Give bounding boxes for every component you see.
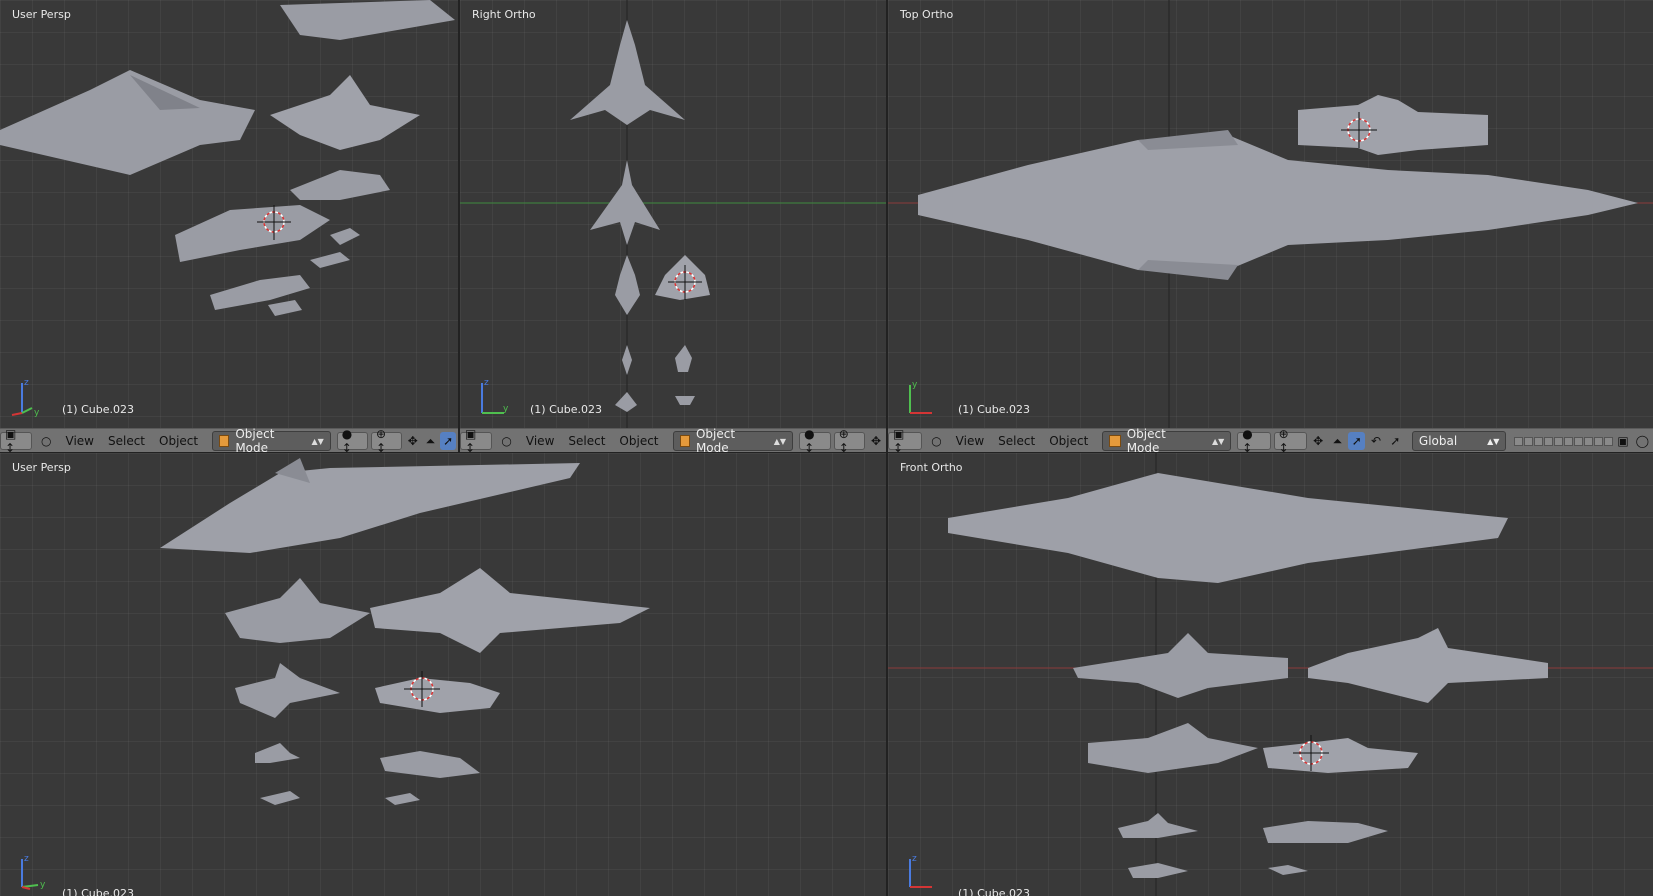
viewport-label: Right Ortho — [472, 8, 536, 21]
viewport-user-persp-bottom[interactable]: User Persp z y (1) Cube.023 — [0, 453, 886, 896]
axis-z-label: z — [24, 854, 29, 864]
rotate-icon[interactable]: ↶ — [1367, 432, 1384, 450]
mode-select[interactable]: Object Mode ▲▼ — [212, 427, 331, 455]
axis-gizmo-icon: z y — [481, 378, 509, 414]
translate-icon[interactable]: ➚ — [1348, 432, 1366, 450]
active-object-label: (1) Cube.023 — [958, 403, 1030, 416]
pivot-point-icon[interactable]: ⊕ ↕ — [1273, 427, 1307, 455]
manipulator-icon[interactable]: ✥ — [868, 432, 884, 450]
mode-select[interactable]: Object Mode ▲▼ — [1102, 427, 1232, 455]
axis-gizmo-icon: z y — [21, 854, 46, 890]
layer-buttons[interactable] — [1514, 436, 1614, 446]
object-menu[interactable]: Object — [613, 432, 664, 450]
active-object-label: (1) Cube.023 — [62, 887, 134, 896]
viewport-shading-select[interactable]: ● ↕ — [336, 427, 368, 455]
transform-axes-icon[interactable]: ⏶ — [1329, 432, 1346, 450]
axis-y-label: y — [34, 408, 40, 418]
axis-y-label: y — [40, 880, 46, 890]
ship-models — [888, 0, 1653, 428]
viewport-header-user-persp: ▣ ↕ ○ View Select Object Object Mode ▲▼ ●… — [0, 427, 458, 455]
axis-gizmo-icon: z — [909, 854, 932, 888]
collapse-icon[interactable]: ○ — [35, 432, 57, 450]
editor-type-icon[interactable]: ▣ ↕ — [460, 427, 493, 455]
axis-z-label: z — [484, 378, 489, 388]
axis-z-label: z — [912, 854, 917, 864]
view-menu[interactable]: View — [950, 432, 990, 450]
active-object-label: (1) Cube.023 — [958, 887, 1030, 896]
cube-icon — [1109, 435, 1121, 447]
collapse-icon[interactable]: ○ — [925, 432, 947, 450]
translate-icon[interactable]: ➚ — [440, 432, 456, 450]
viewport-front-ortho[interactable]: Front Ortho z (1) Cube.023 — [888, 453, 1653, 896]
mode-select[interactable]: Object Mode ▲▼ — [672, 427, 794, 455]
manipulator-icon[interactable]: ✥ — [405, 432, 421, 450]
axis-gizmo-icon: y — [909, 380, 932, 414]
viewport-top-ortho[interactable]: Top Ortho y (1) Cube.023 — [888, 0, 1653, 428]
ship-models — [888, 453, 1653, 896]
transform-orientation-select[interactable]: Global ▲▼ — [1411, 431, 1507, 451]
vertical-divider[interactable] — [886, 0, 888, 896]
editor-type-icon[interactable]: ▣ ↕ — [888, 427, 923, 455]
viewport-shading-select[interactable]: ● ↕ — [799, 427, 831, 455]
viewport-right-ortho[interactable]: Right Ortho z y (1) Cube.023 — [460, 0, 886, 428]
pivot-point-icon[interactable]: ⊕ ↕ — [371, 427, 402, 455]
manipulator-icon[interactable]: ✥ — [1310, 432, 1327, 450]
viewport-label: Top Ortho — [900, 8, 954, 21]
transform-axes-icon[interactable]: ⏶ — [423, 432, 439, 450]
axis-z-label: z — [24, 378, 29, 388]
object-menu[interactable]: Object — [1043, 432, 1094, 450]
scale-icon[interactable]: ➚ — [1387, 432, 1404, 450]
axis-gizmo-icon: z y — [11, 378, 40, 418]
viewport-shading-select[interactable]: ● ↕ — [1237, 427, 1271, 455]
collapse-icon[interactable]: ○ — [495, 432, 517, 450]
select-menu[interactable]: Select — [102, 432, 151, 450]
select-menu[interactable]: Select — [992, 432, 1041, 450]
viewport-label: User Persp — [12, 8, 71, 21]
cube-icon — [219, 435, 230, 447]
view-menu[interactable]: View — [60, 432, 100, 450]
render-icon[interactable]: ▣ — [1614, 432, 1631, 450]
viewport-user-persp-top[interactable]: User Persp z y (1) Cube.023 — [0, 0, 458, 428]
view-menu[interactable]: View — [520, 432, 560, 450]
horizontal-divider[interactable] — [0, 452, 1653, 453]
viewport-label: Front Ortho — [900, 461, 963, 474]
active-object-label: (1) Cube.023 — [62, 403, 134, 416]
editor-type-icon[interactable]: ▣ ↕ — [0, 427, 33, 455]
viewport-label: User Persp — [12, 461, 71, 474]
axis-y-label: y — [912, 380, 918, 390]
select-menu[interactable]: Select — [562, 432, 611, 450]
ship-models — [460, 0, 886, 428]
snap-icon[interactable]: ◯ — [1634, 432, 1651, 450]
object-menu[interactable]: Object — [153, 432, 204, 450]
viewport-header-right-ortho: ▣ ↕ ○ View Select Object Object Mode ▲▼ ●… — [460, 427, 886, 455]
pivot-point-icon[interactable]: ⊕ ↕ — [833, 427, 866, 455]
ship-models — [160, 458, 650, 805]
cube-icon — [679, 435, 690, 447]
viewport-header-top-ortho: ▣ ↕ ○ View Select Object Object Mode ▲▼ ●… — [888, 427, 1653, 455]
axis-y-label: y — [503, 404, 509, 414]
vertical-divider[interactable] — [458, 0, 460, 452]
ship-models — [0, 0, 455, 316]
active-object-label: (1) Cube.023 — [530, 403, 602, 416]
